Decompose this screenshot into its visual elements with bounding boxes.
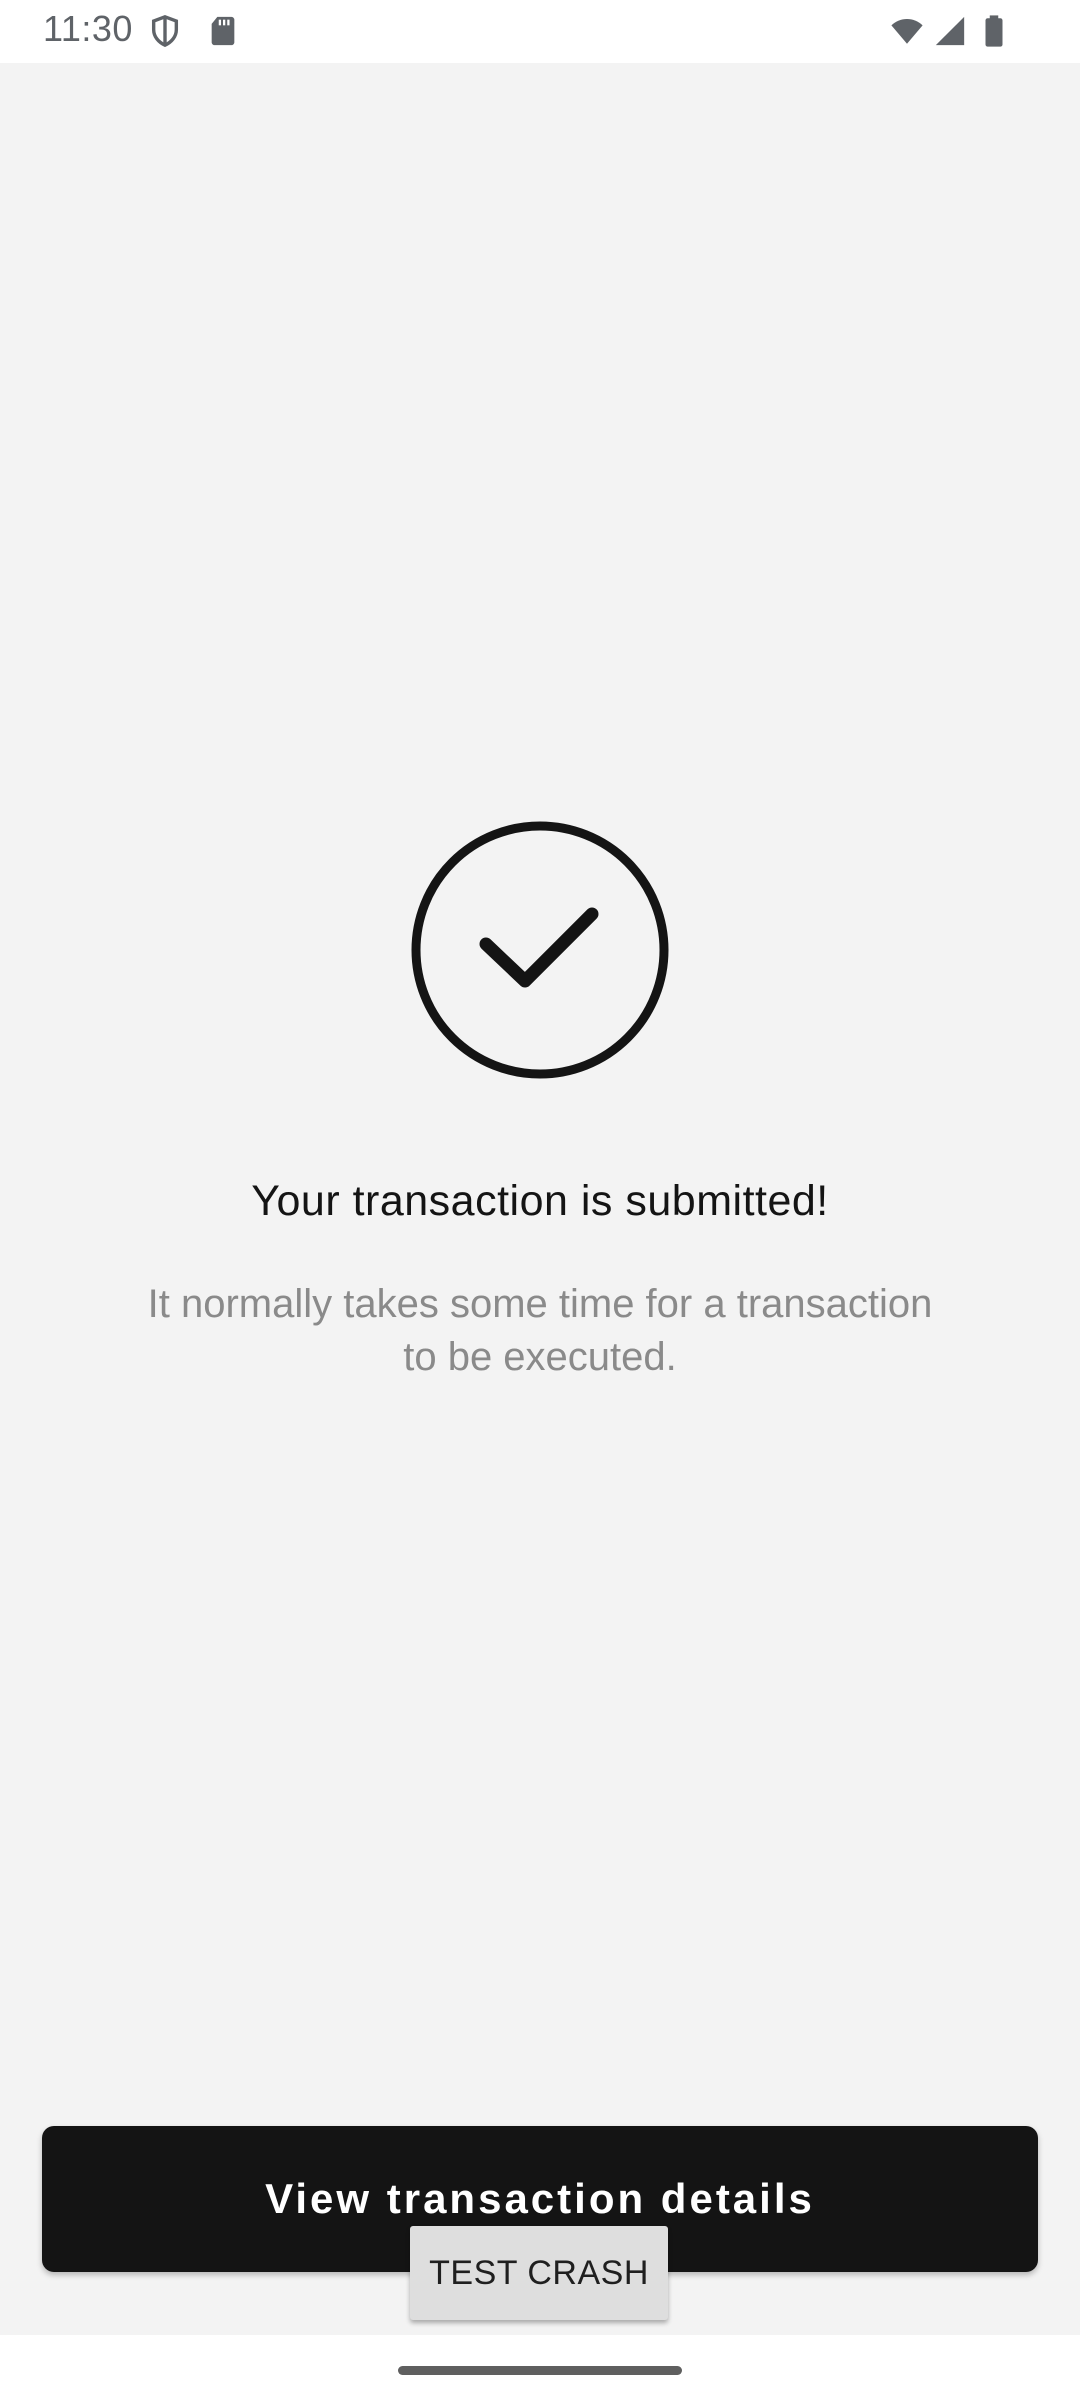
shield-icon <box>151 15 179 48</box>
check-circle-icon <box>411 821 669 1079</box>
view-transaction-details-label: View transaction details <box>265 2175 815 2222</box>
page-title: Your transaction is submitted! <box>251 1177 829 1225</box>
page-subtitle: It normally takes some time for a transa… <box>147 1282 933 1379</box>
signal-icon <box>935 16 965 46</box>
navigation-bar <box>0 2335 1080 2400</box>
wifi-icon <box>891 18 923 44</box>
test-crash-label: TEST CRASH <box>429 2253 649 2292</box>
home-gesture-handle[interactable] <box>398 2366 682 2375</box>
sd-card-icon <box>211 16 235 46</box>
battery-icon <box>985 15 1003 47</box>
test-crash-button[interactable]: TEST CRASH <box>410 2226 668 2320</box>
status-bar: 11:30 <box>0 0 1080 63</box>
status-time: 11:30 <box>43 8 133 49</box>
